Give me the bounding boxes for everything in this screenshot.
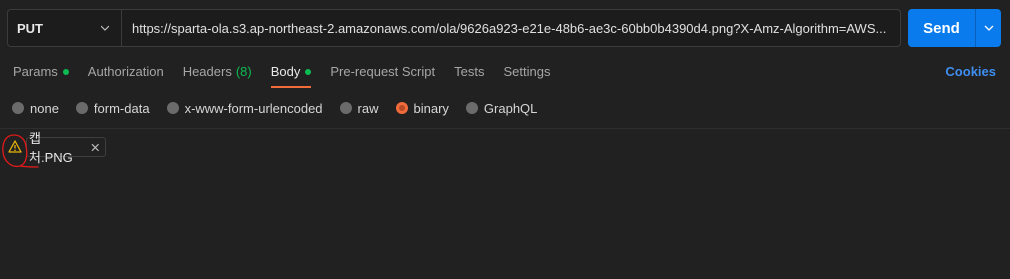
tab-label: Params	[13, 64, 58, 79]
radio-label: GraphQL	[483, 100, 538, 116]
tab-tests[interactable]: Tests	[454, 64, 484, 88]
divider	[0, 128, 1010, 129]
request-tabs: Params Authorization Headers (8) Body Pr…	[13, 64, 569, 90]
tab-body[interactable]: Body	[270, 64, 312, 88]
url-input[interactable]: https://sparta-ola.s3.ap-northeast-2.ama…	[121, 9, 901, 47]
url-bar: PUT https://sparta-ola.s3.ap-northeast-2…	[7, 9, 1001, 47]
method-select[interactable]: PUT	[7, 9, 121, 47]
radio-circle	[75, 102, 88, 114]
tab-label: Authorization	[87, 64, 164, 79]
tab-settings[interactable]: Settings	[503, 64, 550, 88]
warning-icon[interactable]	[8, 140, 22, 153]
tab-params[interactable]: Params	[13, 64, 69, 88]
tab-label: Pre-request Script	[330, 64, 436, 79]
tab-label: Body	[270, 64, 301, 79]
chevron-down-icon	[101, 25, 109, 31]
radio-circle	[12, 102, 24, 114]
radio-x-www-form-urlencoded[interactable]: x-www-form-urlencoded	[166, 100, 323, 116]
radio-graphql[interactable]: GraphQL	[465, 100, 538, 116]
tab-headers[interactable]: Headers (8)	[183, 64, 252, 88]
tab-label: Settings	[503, 64, 551, 79]
radio-label: form-data	[93, 100, 150, 116]
send-button[interactable]: Send	[908, 9, 975, 47]
method-label: PUT	[17, 20, 43, 36]
tab-pre-request-script[interactable]: Pre-request Script	[330, 64, 435, 88]
radio-none[interactable]: none	[12, 101, 59, 116]
url-text: https://sparta-ola.s3.ap-northeast-2.ama…	[132, 20, 887, 36]
send-button-group: Send	[908, 9, 1001, 47]
cookies-link[interactable]: Cookies	[945, 64, 996, 79]
headers-count: (8)	[235, 64, 252, 79]
status-dot	[62, 69, 69, 75]
radio-circle	[339, 102, 352, 114]
send-options-button[interactable]	[976, 9, 1001, 47]
tab-label: Tests	[454, 64, 485, 79]
chevron-down-icon	[984, 25, 993, 31]
radio-binary[interactable]: binary	[395, 100, 449, 116]
radio-circle-selected	[395, 102, 408, 114]
body-type-radios: none form-data x-www-form-urlencoded raw…	[12, 100, 554, 116]
radio-label: raw	[357, 100, 379, 116]
radio-label: binary	[413, 100, 449, 116]
tab-label: Headers	[182, 64, 232, 79]
status-dot	[305, 69, 312, 75]
radio-raw[interactable]: raw	[339, 100, 379, 116]
file-name: 캡처.PNG	[29, 131, 73, 165]
radio-label: x-www-form-urlencoded	[184, 100, 323, 116]
radio-circle	[465, 102, 478, 114]
radio-form-data[interactable]: form-data	[75, 100, 150, 116]
close-icon[interactable]	[91, 143, 99, 152]
radio-label: none	[30, 100, 59, 116]
tab-authorization[interactable]: Authorization	[88, 64, 164, 88]
file-chip[interactable]: 캡처.PNG	[26, 131, 106, 165]
radio-circle	[166, 102, 179, 114]
